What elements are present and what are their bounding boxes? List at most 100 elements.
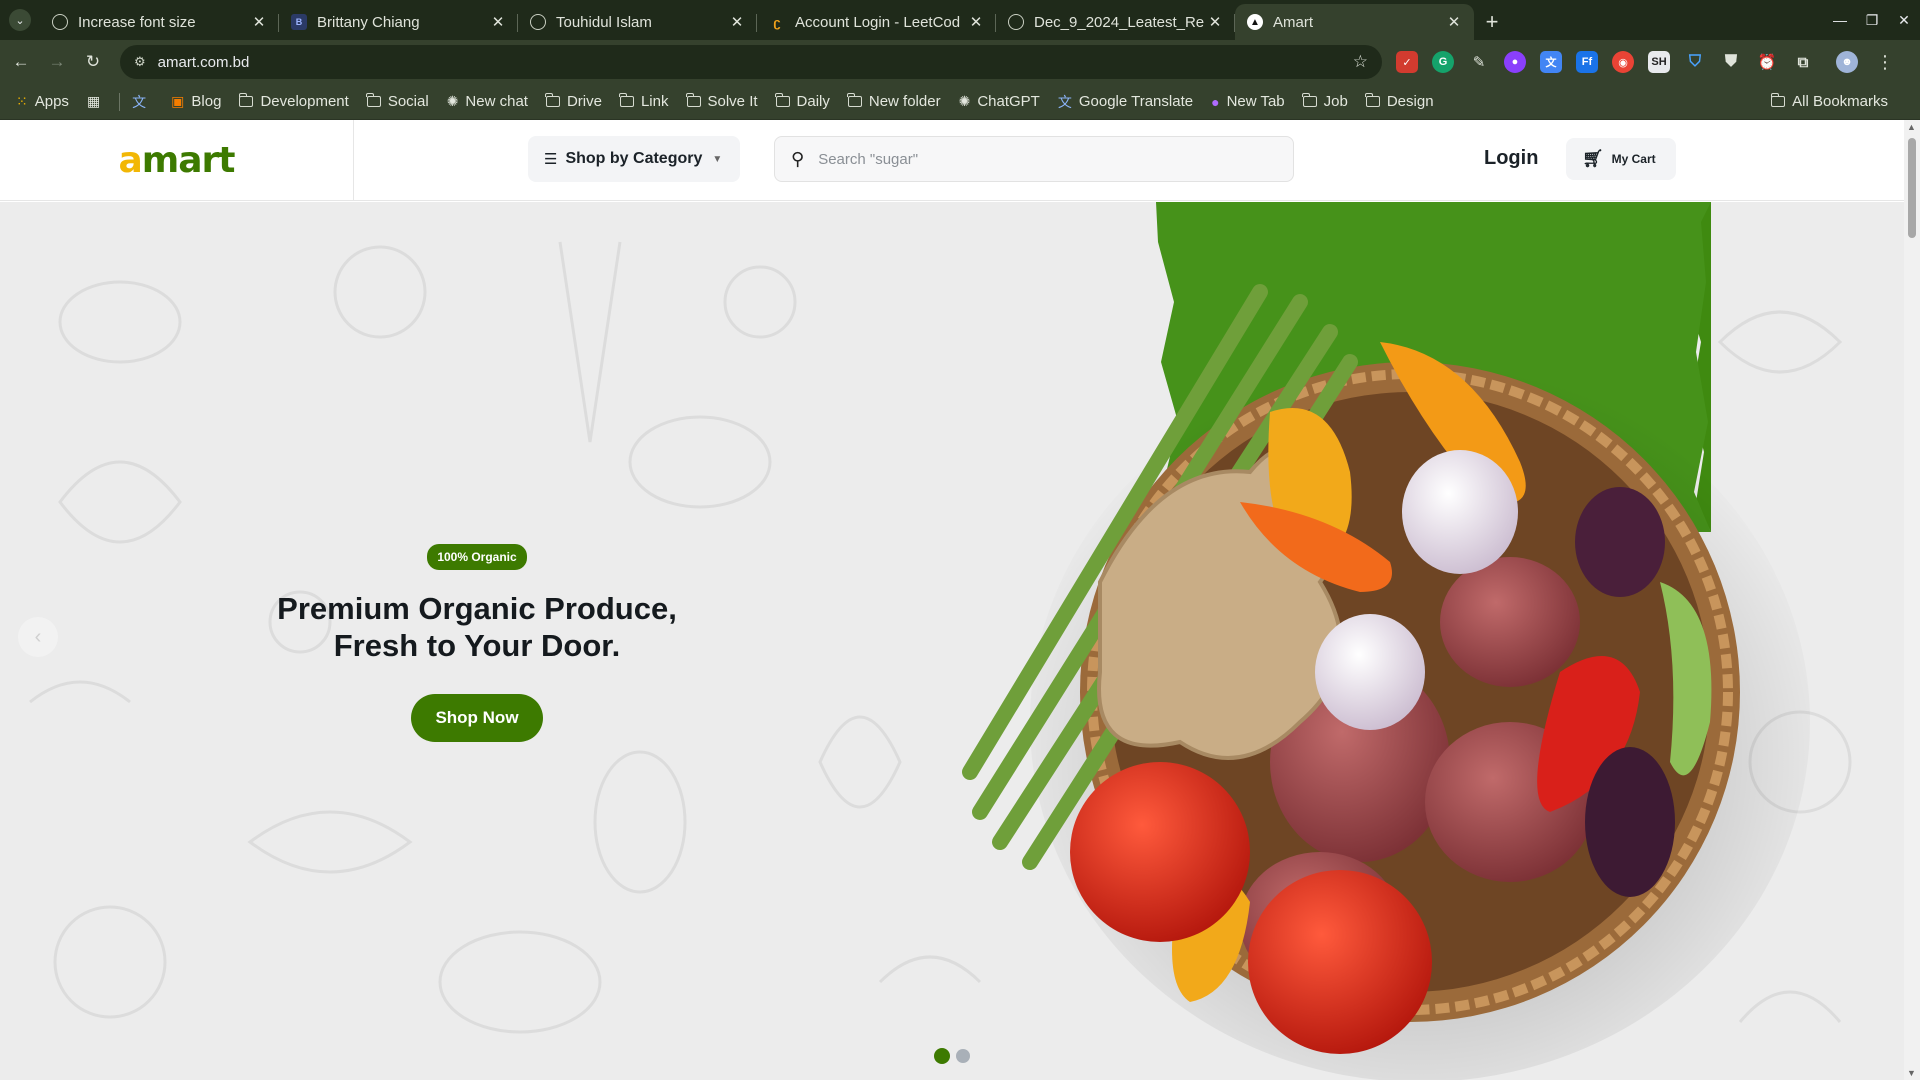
browser-tab-bar: ⌄ Increase font size ✕ B Brittany Chiang…: [0, 0, 1920, 40]
folder-icon: [238, 93, 254, 107]
site-info-icon[interactable]: ⚙: [134, 54, 146, 70]
browser-tab-active[interactable]: ▲ Amart ✕: [1235, 4, 1474, 40]
sh-extension-icon[interactable]: SH: [1648, 51, 1670, 73]
bookmark-new-folder[interactable]: New folder: [847, 93, 941, 110]
chrome-colors-extension-icon[interactable]: ◉: [1612, 51, 1634, 73]
bookmark-google-translate[interactable]: 文 Google Translate: [1058, 92, 1193, 112]
hero-content: 100% Organic Premium Organic Produce, Fr…: [250, 544, 704, 742]
search-box[interactable]: ⚲: [774, 136, 1294, 182]
browser-tab[interactable]: Dec_9_2024_Leatest_Re ✕: [996, 4, 1235, 40]
bookmark-star-icon[interactable]: ☆: [1353, 52, 1368, 72]
slider-prev-arrow[interactable]: ‹: [18, 617, 58, 657]
hero-slider: ‹ 100% Organic Premium Organic Produce, …: [0, 202, 1904, 1080]
shop-by-category-button[interactable]: ☰ Shop by Category ▼: [528, 136, 740, 182]
bookmark-new-tab[interactable]: ● New Tab: [1211, 93, 1285, 110]
bookmark-link[interactable]: Link: [619, 93, 669, 110]
bookmark-social[interactable]: Social: [366, 93, 429, 110]
bookmark-design[interactable]: Design: [1365, 93, 1434, 110]
bookmark-label: Daily: [796, 93, 830, 110]
fontface-extension-icon[interactable]: Ff: [1576, 51, 1598, 73]
forward-arrow-icon[interactable]: →: [42, 47, 72, 77]
address-bar[interactable]: ⚙ amart.com.bd ☆: [120, 45, 1382, 79]
bookmark-drive[interactable]: Drive: [545, 93, 602, 110]
slider-pagination: [934, 1048, 976, 1064]
browser-tab[interactable]: ʗ Account Login - LeetCod ✕: [757, 4, 996, 40]
scrollbar-thumb[interactable]: [1908, 138, 1916, 238]
privacy-extension-icon[interactable]: ⛊: [1720, 51, 1742, 73]
grammarly-extension-icon[interactable]: G: [1432, 51, 1454, 73]
browser-toolbar: ← → ↻ ⚙ amart.com.bd ☆ ✓ G ✎ ● 文 Ff ◉ SH…: [0, 40, 1920, 84]
all-bookmarks[interactable]: All Bookmarks: [1770, 93, 1888, 110]
close-icon[interactable]: ✕: [249, 13, 269, 31]
minimize-icon[interactable]: —: [1824, 0, 1856, 40]
tab-groups-button[interactable]: ▦: [87, 93, 107, 110]
bookmark-daily[interactable]: Daily: [775, 93, 830, 110]
amart-logo[interactable]: amart: [118, 140, 235, 181]
newtab-icon: ●: [1211, 93, 1220, 110]
bookmark-label: Apps: [34, 93, 69, 110]
close-icon[interactable]: ✕: [1444, 13, 1464, 31]
amart-icon: ▲: [1247, 14, 1263, 30]
bookmarks-bar: ⁙ Apps ▦ 文 ▣ Blog Development Social ✺ N…: [0, 84, 1920, 120]
browser-tab[interactable]: Touhidul Islam ✕: [518, 4, 757, 40]
cart-icon: 🛒︎: [1582, 149, 1604, 168]
folder-icon: [775, 93, 790, 107]
browser-tab[interactable]: Increase font size ✕: [40, 4, 279, 40]
bookmark-label: Drive: [566, 93, 602, 110]
puzzle-extensions-icon[interactable]: ⧉: [1792, 51, 1814, 73]
bookmark-blog[interactable]: ▣ Blog: [171, 93, 221, 110]
bookmark-translate-shortcut[interactable]: 文: [132, 92, 153, 112]
profile-avatar-icon[interactable]: ☻: [1836, 51, 1858, 73]
tab-strip: Increase font size ✕ B Brittany Chiang ✕…: [40, 4, 1474, 40]
new-tab-button[interactable]: +: [1474, 4, 1510, 40]
logo-area: amart: [0, 120, 354, 201]
my-cart-button[interactable]: 🛒︎ My Cart: [1566, 138, 1676, 180]
chrome-menu-icon[interactable]: ⋮: [1876, 52, 1894, 73]
folder-icon: [545, 93, 560, 107]
folder-icon: [847, 93, 862, 107]
translate-extension-icon[interactable]: 文: [1540, 51, 1562, 73]
purple-extension-icon[interactable]: ●: [1504, 51, 1526, 73]
globe-icon: [52, 14, 68, 30]
bookmark-label: Social: [387, 93, 429, 110]
search-icon: ⚲: [791, 148, 805, 169]
bookmark-new-chat[interactable]: ✺ New chat: [447, 93, 528, 110]
hero-headline-line1: Premium Organic Produce,: [277, 591, 677, 626]
login-button[interactable]: Login: [1484, 147, 1538, 170]
tab-search-button[interactable]: ⌄: [0, 0, 40, 40]
page-scrollbar[interactable]: ▲ ▼: [1904, 120, 1920, 1080]
scroll-up-icon[interactable]: ▲: [1907, 122, 1916, 132]
slider-dot[interactable]: [956, 1049, 970, 1063]
browser-tab[interactable]: B Brittany Chiang ✕: [279, 4, 518, 40]
reload-icon[interactable]: ↻: [78, 47, 108, 77]
url-text[interactable]: amart.com.bd: [158, 54, 1353, 71]
close-icon[interactable]: ✕: [727, 13, 747, 31]
close-window-icon[interactable]: ✕: [1888, 0, 1920, 40]
bookmark-development[interactable]: Development: [238, 93, 349, 110]
bookmark-apps[interactable]: ⁙ Apps: [16, 93, 69, 110]
bookmark-label: ChatGPT: [977, 93, 1040, 110]
leetcode-icon: ʗ: [773, 14, 781, 30]
folder-icon: [1770, 93, 1786, 107]
back-arrow-icon[interactable]: ←: [6, 47, 36, 77]
translate-icon: 文: [132, 93, 147, 110]
bookmark-chatgpt[interactable]: ✺ ChatGPT: [959, 93, 1040, 110]
shop-now-button[interactable]: Shop Now: [411, 694, 543, 742]
slider-dot-active[interactable]: [934, 1048, 950, 1064]
todoist-extension-icon[interactable]: ✓: [1396, 51, 1418, 73]
blogger-icon: ▣: [171, 93, 185, 109]
scroll-down-icon[interactable]: ▼: [1907, 1068, 1916, 1078]
close-icon[interactable]: ✕: [966, 13, 986, 31]
restore-icon[interactable]: ❐: [1856, 0, 1888, 40]
bookmark-label: Development: [260, 93, 349, 110]
alarm-extension-icon[interactable]: ⏰: [1756, 51, 1778, 73]
bookmark-solve-it[interactable]: Solve It: [686, 93, 758, 110]
close-icon[interactable]: ✕: [1205, 13, 1225, 31]
bookmark-job[interactable]: Job: [1302, 93, 1348, 110]
color-picker-extension-icon[interactable]: ✎: [1468, 51, 1490, 73]
web-page: amart ☰ Shop by Category ▼ ⚲ Login 🛒︎ My…: [0, 120, 1904, 1080]
close-icon[interactable]: ✕: [488, 13, 508, 31]
bookmark-label: Google Translate: [1078, 93, 1194, 110]
search-input[interactable]: [818, 150, 1259, 168]
shield-extension-icon[interactable]: ⛉: [1684, 51, 1706, 73]
